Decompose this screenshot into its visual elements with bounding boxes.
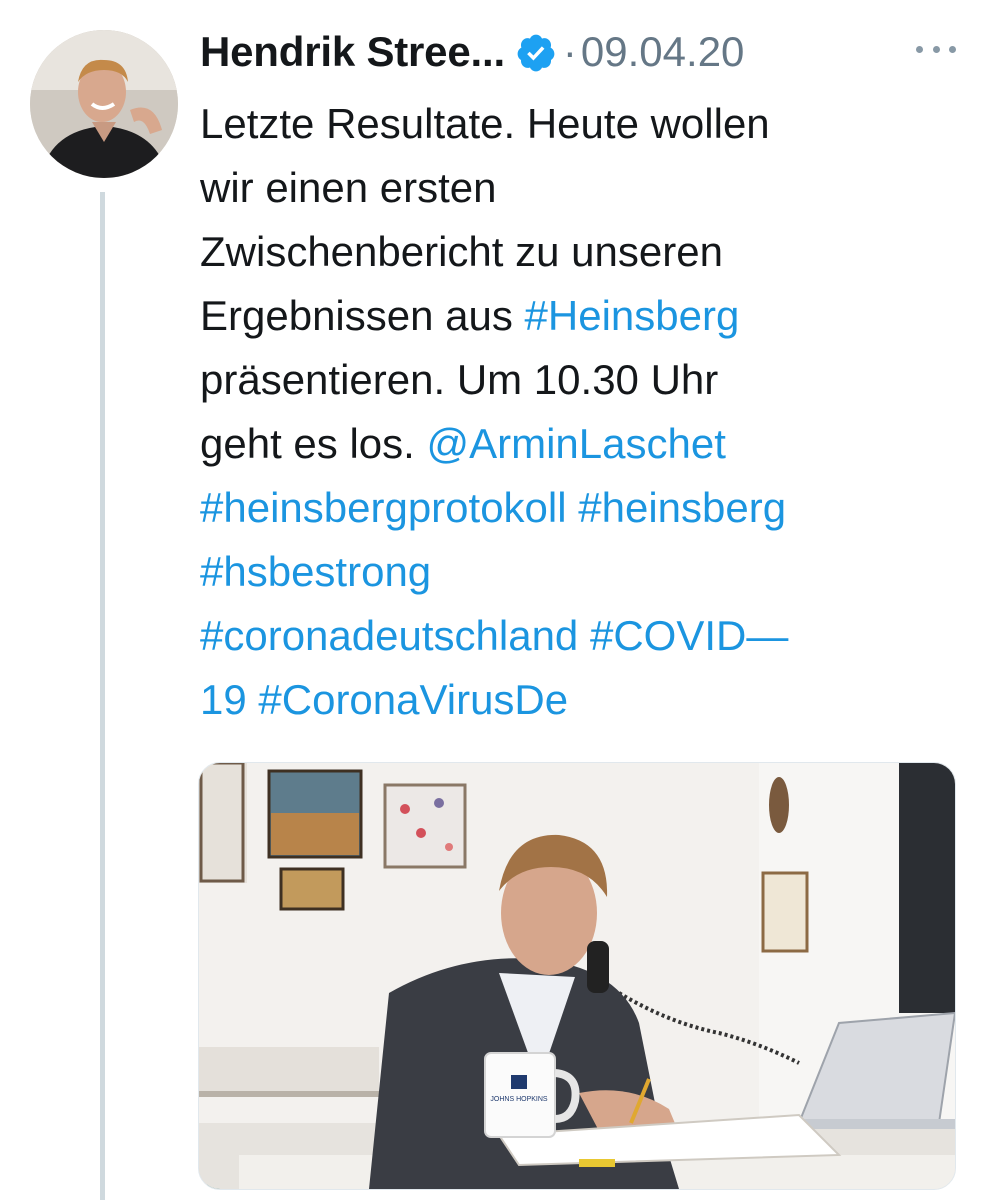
tweet-text-line: wir einen ersten <box>200 164 497 211</box>
tweet-text-line: Letzte Resultate. Heute wollen <box>200 100 770 147</box>
header-separator: · <box>562 28 577 75</box>
verified-badge-icon <box>515 32 557 74</box>
tweet-text-segment: Ergebnissen aus <box>200 292 525 339</box>
mention-link[interactable]: @ArminLaschet <box>426 420 725 467</box>
hashtag-link[interactable]: #CoronaVirusDe <box>258 676 568 723</box>
hashtag-link[interactable]: #Heinsberg <box>525 292 740 339</box>
hashtag-link[interactable]: #hsbestrong <box>200 548 431 595</box>
tweet-media-photo[interactable]: JOHNS HOPKINS <box>198 762 956 1190</box>
tweet-text-line: präsentieren. Um 10.30 Uhr <box>200 356 719 403</box>
hashtag-link[interactable]: 19 <box>200 676 247 723</box>
tweet-text-line: Ergebnissen aus #Heinsberg <box>200 284 960 348</box>
avatar[interactable] <box>30 30 178 178</box>
more-horizontal-icon[interactable] <box>916 34 956 64</box>
photo-scene: JOHNS HOPKINS <box>199 763 955 1189</box>
tweet-text: Letzte Resultate. Heute wollen wir einen… <box>200 92 960 732</box>
author-name[interactable]: Hendrik Stree... <box>200 28 505 76</box>
tweet-text-line: #coronadeutschland #COVID— <box>200 604 960 668</box>
tweet-header: Hendrik Stree... · 09.04.20 <box>200 22 960 82</box>
hashtag-link[interactable]: #heinsbergprotokoll <box>200 484 567 531</box>
hashtag-link[interactable]: #coronadeutschland <box>200 612 578 659</box>
hashtag-link[interactable]: #COVID— <box>590 612 788 659</box>
tweet-text-line: #heinsbergprotokoll #heinsberg <box>200 476 960 540</box>
tweet-text-line: #hsbestrong <box>200 540 960 604</box>
tweet-text-line: geht es los. @ArminLaschet <box>200 412 960 476</box>
thread-connector-line <box>100 192 105 1200</box>
tweet[interactable]: Hendrik Stree... · 09.04.20 Letzte Resul… <box>0 0 984 1200</box>
hashtag-link[interactable]: #heinsberg <box>578 484 786 531</box>
mug-label: JOHNS HOPKINS <box>490 1096 548 1103</box>
tweet-text-segment: geht es los. <box>200 420 427 467</box>
tweet-text-line: Zwischenbericht zu unseren <box>200 228 723 275</box>
avatar-image <box>30 30 178 178</box>
tweet-text-line: 19 #CoronaVirusDe <box>200 668 960 732</box>
tweet-date[interactable]: 09.04.20 <box>581 28 745 76</box>
